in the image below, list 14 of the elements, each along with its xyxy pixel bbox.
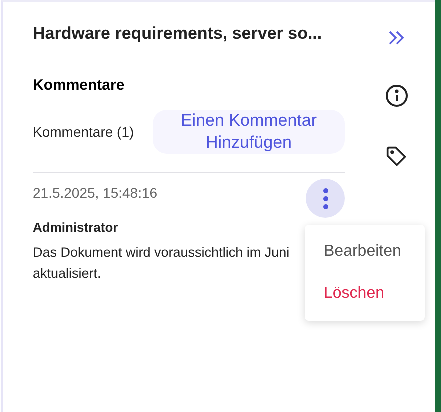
menu-item[interactable]: Löschen — [305, 273, 425, 315]
comment-timestamp: 21.5.2025, 15:48:16 — [33, 185, 158, 201]
panel-title: Hardware requirements, server so... — [33, 24, 324, 44]
comment-text: Das Dokument wird voraussichtlich im Juni aktualisiert. — [33, 244, 291, 283]
section-heading: Kommentare — [33, 77, 126, 94]
menu-item[interactable]: Bearbeiten — [305, 231, 425, 273]
more-icon — [322, 188, 328, 210]
collapse-icon[interactable] — [388, 30, 406, 46]
comment-author: Administrator — [33, 220, 120, 235]
info-icon[interactable] — [385, 84, 409, 108]
comment-count: Kommentare (1) — [33, 124, 134, 140]
tag-icon[interactable] — [386, 146, 408, 168]
add-comment-button[interactable]: Einen Kommentar Hinzufügen — [153, 110, 345, 154]
more-options-button[interactable] — [306, 179, 345, 218]
